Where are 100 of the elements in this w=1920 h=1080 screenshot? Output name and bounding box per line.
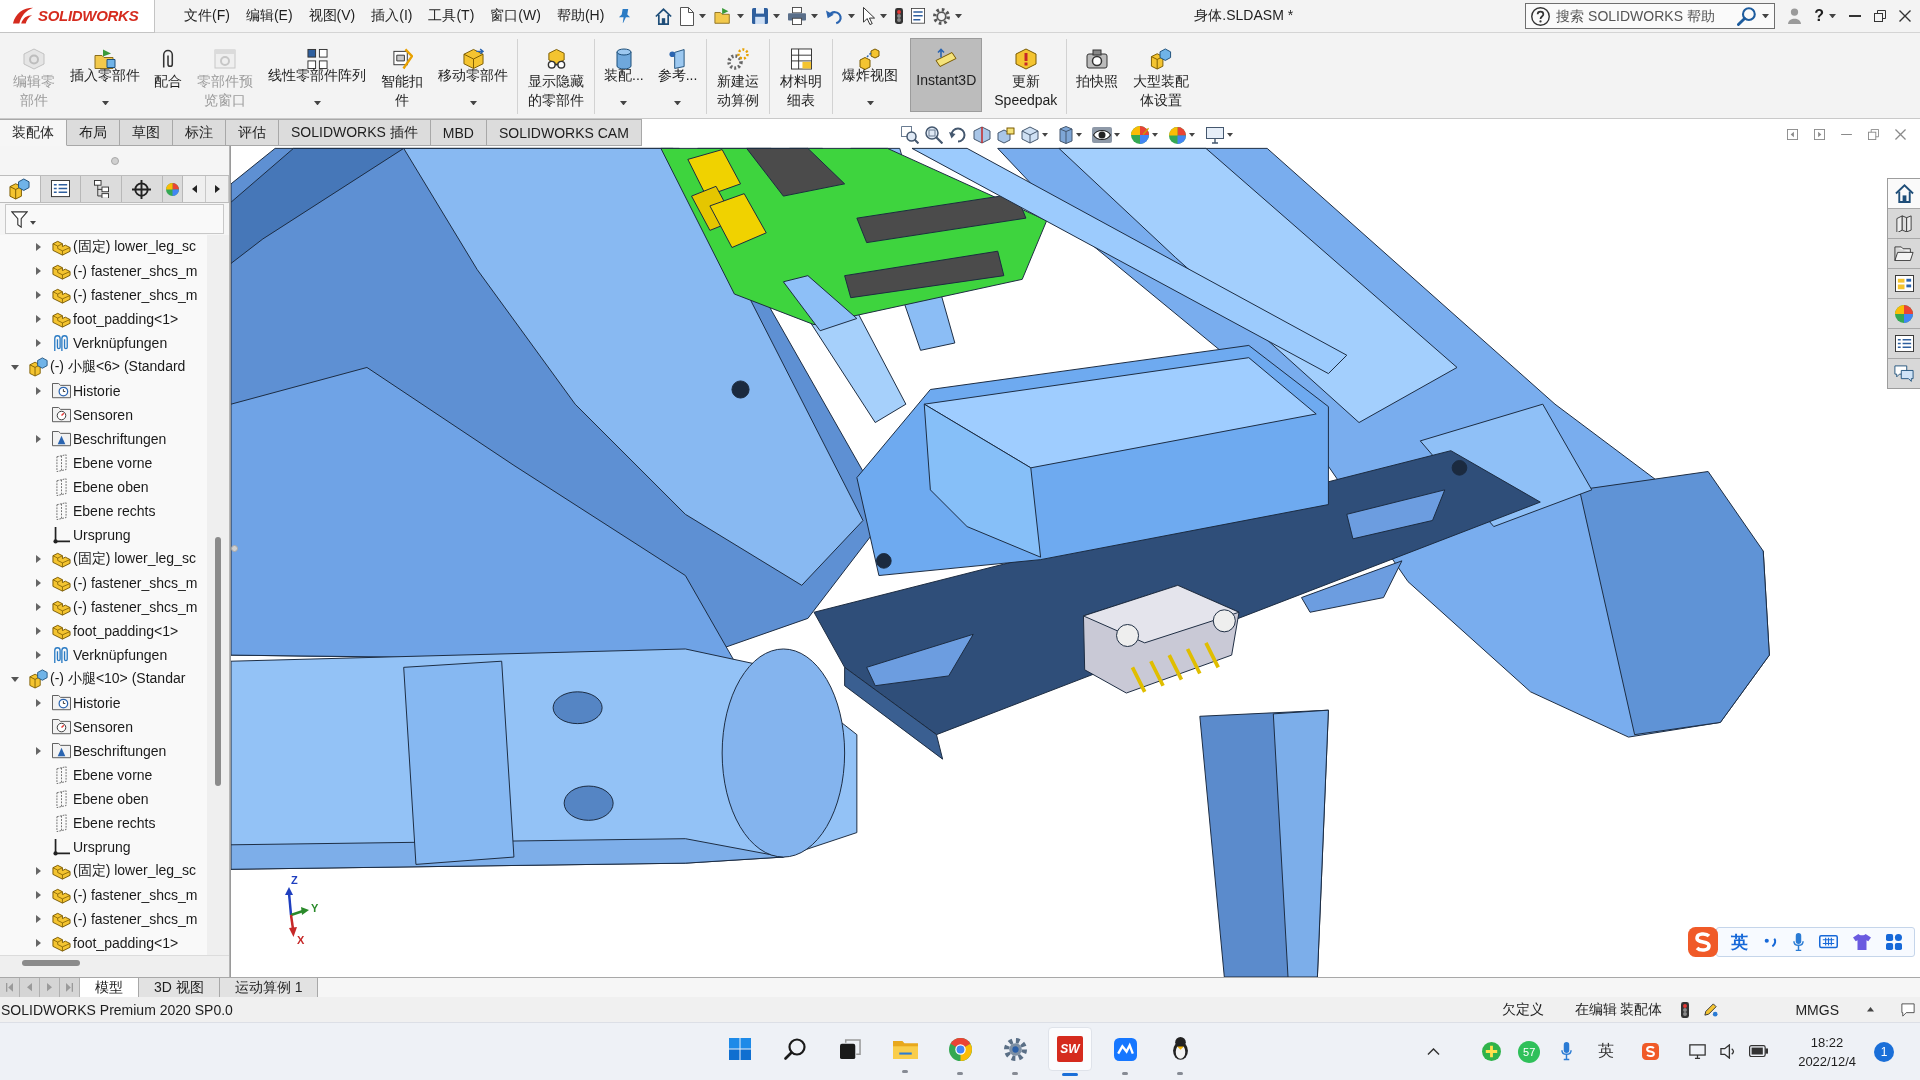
caret-right-icon[interactable] <box>35 699 41 707</box>
shaded-box-icon[interactable] <box>1058 125 1074 145</box>
tree-item[interactable]: Ebene rechts <box>73 503 156 519</box>
segmented-ball-icon[interactable] <box>1168 125 1187 145</box>
tree-item[interactable]: (固定) lower_leg_sc <box>73 550 196 568</box>
restore-icon[interactable] <box>1874 10 1886 22</box>
settings-icon[interactable] <box>933 7 951 25</box>
tree-item[interactable]: Ebene vorne <box>73 767 153 783</box>
caret-icon[interactable] <box>880 13 888 19</box>
tree-item[interactable]: Ebene rechts <box>73 815 156 831</box>
panel-tab[interactable] <box>40 176 82 202</box>
tab[interactable]: 装配体 <box>0 119 67 146</box>
tree-item[interactable]: (-) 小腿<10> (Standar <box>50 670 186 688</box>
search-icon[interactable] <box>1737 6 1757 26</box>
square-triangle-left-icon[interactable] <box>1787 129 1798 140</box>
caret-right-icon[interactable] <box>35 627 41 635</box>
command-button[interactable]: 新建运动算例 <box>714 39 763 114</box>
monitor-icon[interactable] <box>1205 125 1225 145</box>
menu-item[interactable]: 编辑(E) <box>237 7 301 25</box>
caret-right-icon[interactable] <box>35 939 41 947</box>
keyboard-icon[interactable] <box>1819 935 1838 949</box>
pencil-icon[interactable] <box>1703 1002 1719 1017</box>
caret-icon[interactable] <box>699 13 707 19</box>
caret-right-icon[interactable] <box>35 891 41 899</box>
document-icon[interactable] <box>680 6 695 26</box>
tree-item[interactable]: Beschriftungen <box>73 431 167 447</box>
filter-field[interactable] <box>5 204 224 234</box>
scrollbar-thumb[interactable] <box>22 960 80 966</box>
tab[interactable]: 模型 <box>80 978 139 997</box>
ball-pencil-icon[interactable] <box>1130 125 1150 145</box>
tab[interactable]: SOLIDWORKS 插件 <box>279 119 431 146</box>
command-button[interactable]: 参考... <box>655 39 700 114</box>
caret-icon[interactable] <box>469 100 477 105</box>
caret-icon[interactable] <box>1762 13 1770 19</box>
units-selector[interactable]: MMGS <box>1795 1001 1839 1018</box>
tab[interactable]: 评估 <box>226 119 279 146</box>
caret-icon[interactable] <box>313 100 321 105</box>
speaker-icon[interactable] <box>1720 1044 1736 1059</box>
cube-icon[interactable] <box>1020 125 1040 145</box>
tree-item[interactable]: (-) fastener_shcs_m <box>73 287 198 303</box>
speech-bubble-icon[interactable] <box>1901 1002 1915 1017</box>
task-pane-tab[interactable] <box>1888 269 1920 299</box>
panel-tab[interactable] <box>121 176 163 202</box>
shirt-icon[interactable] <box>1853 933 1871 951</box>
caret-icon[interactable] <box>1189 133 1195 137</box>
tree-item[interactable]: Ursprung <box>73 839 131 855</box>
command-button[interactable]: 移动零部件 <box>436 39 510 114</box>
tree-item[interactable]: Verknüpfungen <box>73 335 168 351</box>
command-button[interactable]: 更新 Speedpak <box>992 39 1060 114</box>
task-pane-tab[interactable] <box>1888 179 1920 209</box>
tree-item[interactable]: (-) fastener_shcs_m <box>73 575 198 591</box>
pin-icon[interactable] <box>618 8 632 24</box>
caret-icon[interactable] <box>773 13 781 19</box>
magnifier-box-icon[interactable] <box>900 125 920 145</box>
microphone-icon[interactable] <box>1793 932 1804 952</box>
caret-icon[interactable] <box>1042 133 1048 137</box>
logo-icon[interactable] <box>1642 1043 1660 1060</box>
command-button[interactable]: 插入零部件 <box>68 39 142 114</box>
traffic-light-icon[interactable] <box>895 8 904 24</box>
clock-date[interactable]: 2022/12/4 <box>1798 1051 1856 1071</box>
command-button[interactable]: 配合 <box>152 39 184 114</box>
caret-right-icon[interactable] <box>35 267 41 275</box>
menu-item[interactable]: 窗口(W) <box>482 7 549 25</box>
close-icon[interactable] <box>1899 10 1911 22</box>
document-list-icon[interactable] <box>911 8 926 24</box>
caret-right-icon[interactable] <box>35 603 41 611</box>
caret-icon[interactable] <box>1829 13 1836 19</box>
punctuation-icon[interactable] <box>1763 936 1778 948</box>
logo-icon[interactable] <box>1688 927 1718 957</box>
menu-item[interactable]: 帮助(H) <box>548 7 613 25</box>
caret-right-icon[interactable] <box>35 579 41 587</box>
user-icon[interactable] <box>1788 7 1802 25</box>
caret-right-icon[interactable] <box>35 387 41 395</box>
tab[interactable]: 草图 <box>120 119 173 146</box>
tree-item[interactable]: foot_padding<1> <box>73 311 179 327</box>
tree-item[interactable]: (固定) lower_leg_sc <box>73 238 196 256</box>
tab[interactable]: 标注 <box>173 119 226 146</box>
eye-icon[interactable] <box>1092 127 1112 143</box>
input-mode-toggle[interactable]: 英 <box>1598 1041 1615 1062</box>
caret-right-icon[interactable] <box>35 747 41 755</box>
tree-item[interactable]: (-) 小腿<6> (Standard <box>50 358 186 376</box>
caret-right-icon[interactable] <box>35 315 41 323</box>
tree-item[interactable]: foot_padding<1> <box>73 935 179 951</box>
minimize-icon[interactable] <box>1841 133 1852 136</box>
tree-item[interactable]: Verknüpfungen <box>73 647 168 663</box>
tree-item[interactable]: (-) fastener_shcs_m <box>73 599 198 615</box>
notification-badge[interactable]: 1 <box>1874 1041 1894 1062</box>
tree-item[interactable]: Beschriftungen <box>73 743 167 759</box>
tab[interactable]: MBD <box>430 119 487 146</box>
command-button[interactable]: 显示隐藏的零部件 <box>525 39 587 114</box>
caret-right-icon[interactable] <box>35 339 41 347</box>
command-button[interactable]: 线性零部件阵列 <box>266 39 368 114</box>
caret-icon[interactable] <box>620 100 628 105</box>
caret-icon[interactable] <box>955 13 963 19</box>
caret-right-icon[interactable] <box>35 435 41 443</box>
grid-icon[interactable] <box>1886 934 1902 950</box>
microphone-icon[interactable] <box>1561 1042 1573 1061</box>
vertical-scrollbar[interactable] <box>207 235 229 955</box>
chevron-up-icon[interactable] <box>1427 1047 1441 1056</box>
command-button[interactable]: 拍快照 <box>1074 39 1121 114</box>
